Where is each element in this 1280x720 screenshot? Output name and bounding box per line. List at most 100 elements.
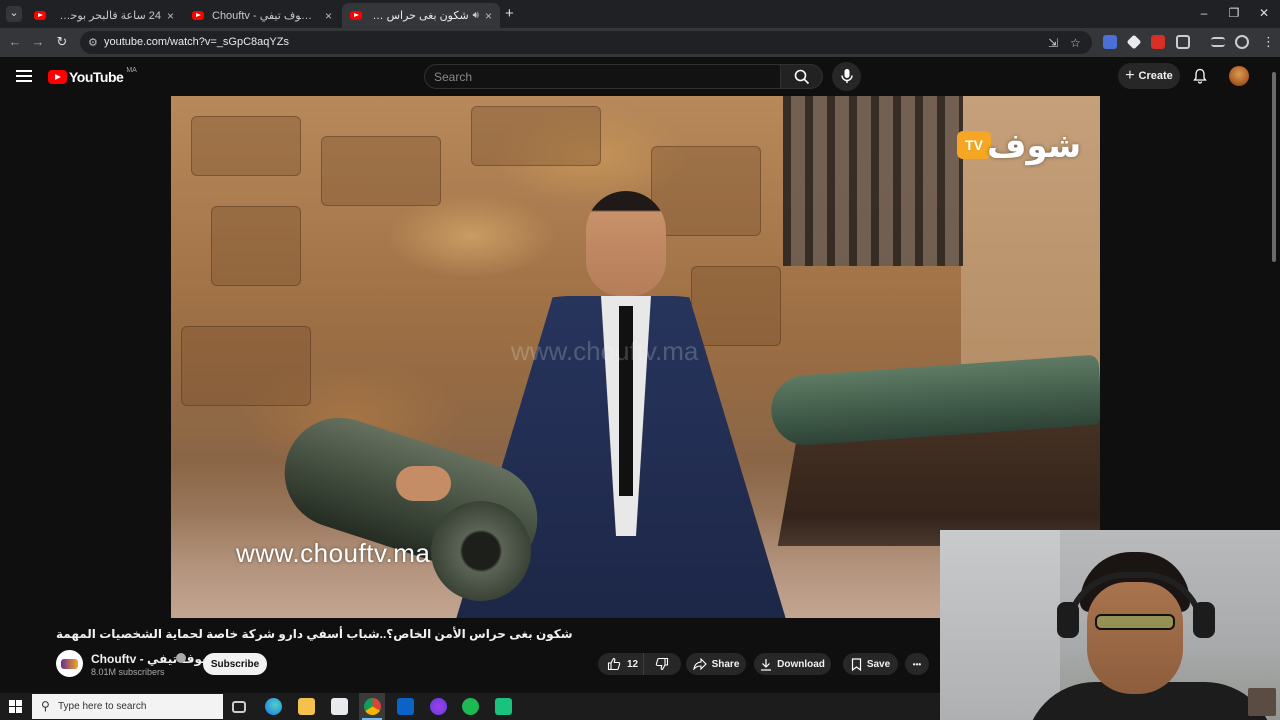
youtube-wordmark: YouTube (69, 69, 124, 85)
person-hand (396, 466, 451, 501)
wall-stone (191, 116, 301, 176)
close-window-button[interactable]: ✕ (1249, 6, 1279, 20)
tab-list-button[interactable]: ⌄ (6, 6, 22, 22)
taskbar-search-placeholder: Type here to search (58, 701, 147, 712)
headset-earcup-left (1057, 602, 1079, 638)
thumbs-up-icon (607, 657, 621, 671)
plus-icon: + (1125, 67, 1135, 84)
browser-tab-bar: ⌄ 24 ساعة فالبحر بوحدي وتحدي الد × Chouf… (0, 0, 1280, 28)
video-watermark-faint: www.chouftv.ma (511, 336, 699, 366)
tab-title: شكون بغى حراس الأمن الخا (370, 10, 469, 22)
like-count: 12 (627, 658, 639, 670)
minimize-button[interactable]: – (1189, 6, 1219, 20)
wall-stone (651, 146, 761, 236)
tab-3-active[interactable]: شكون بغى حراس الأمن الخا 🔊︎ × (342, 3, 500, 28)
outlook-icon[interactable] (397, 698, 414, 715)
speaker-icon[interactable]: 🔊︎ (473, 10, 479, 21)
cannon-muzzle (431, 501, 531, 601)
extension-translate-icon[interactable] (1103, 35, 1117, 49)
page-scrollbar[interactable] (1270, 60, 1278, 262)
video-title: شكون بغى حراس الأمن الخاص؟..شباب أسفي دا… (56, 627, 573, 641)
more-actions-button[interactable]: ••• (905, 653, 929, 675)
search-box (424, 64, 781, 89)
chrome-menu-icon[interactable]: ⋮ (1262, 34, 1275, 50)
youtube-header: YouTube MA + Create (0, 57, 1280, 95)
bookmark-star-icon[interactable]: ☆ (1070, 36, 1081, 50)
video-watermark: www.chouftv.ma (236, 538, 431, 568)
tab-close-icon[interactable]: × (167, 9, 174, 23)
person-head (586, 191, 666, 296)
file-explorer-icon[interactable] (298, 698, 315, 715)
chouftv-logo: TV شوف (957, 126, 1081, 178)
back-button[interactable]: ← (5, 34, 25, 49)
region-code: MA (126, 66, 137, 74)
extensions-puzzle-icon[interactable] (1176, 35, 1190, 49)
install-app-icon[interactable]: ⇲ (1048, 36, 1058, 50)
corner-thumbnail (1248, 688, 1276, 716)
tab-close-icon[interactable]: × (485, 9, 492, 23)
account-avatar[interactable] (1229, 66, 1249, 86)
subscribe-button[interactable]: Subscribe (203, 653, 267, 675)
messenger-icon[interactable] (430, 698, 447, 715)
share-arrow-icon (692, 658, 707, 670)
search-icon (794, 69, 810, 85)
bookmark-add-icon (851, 657, 861, 671)
logo-arabic-text: شوف (987, 126, 1082, 166)
youtube-favicon-icon (34, 11, 46, 20)
tab-2[interactable]: Chouftv - شوف تيفي - YouTube × (184, 3, 340, 28)
youtube-favicon-icon (192, 11, 204, 20)
extension-diamond-icon[interactable] (1126, 34, 1142, 50)
restore-button[interactable]: ❐ (1219, 6, 1249, 20)
youtube-logo[interactable]: YouTube MA (48, 66, 137, 85)
new-tab-button[interactable]: + (505, 5, 514, 22)
address-bar[interactable]: ⚙︎ youtube.com/watch?v=_sGpC8aqYZs ⇲ ☆ (80, 31, 1092, 54)
store-icon[interactable] (331, 698, 348, 715)
forward-button[interactable]: → (28, 34, 48, 49)
search-input[interactable] (434, 70, 764, 84)
notifications-bell-icon[interactable] (1192, 68, 1208, 84)
youtube-play-icon (48, 70, 67, 84)
windows-start-icon[interactable] (9, 700, 22, 713)
channel-avatar[interactable] (56, 650, 83, 677)
taskbar-search-box[interactable]: ⚲ Type here to search (32, 694, 223, 719)
media-control-icon[interactable] (1211, 37, 1225, 47)
headset-earcup-right (1193, 602, 1215, 638)
tab-close-icon[interactable]: × (325, 9, 332, 23)
verified-badge-icon (176, 653, 186, 663)
dislike-button[interactable] (644, 653, 680, 675)
wall-stone (471, 106, 601, 166)
webcam-overlay (940, 530, 1280, 720)
download-button[interactable]: Download (754, 653, 831, 675)
chrome-icon[interactable] (364, 698, 381, 715)
person-tie (619, 306, 633, 496)
task-view-icon[interactable] (232, 701, 246, 713)
tab-1[interactable]: 24 ساعة فالبحر بوحدي وتحدي الد × (26, 3, 182, 28)
share-button[interactable]: Share (686, 653, 746, 675)
microphone-icon (841, 69, 853, 83)
spotify-icon[interactable] (462, 698, 479, 715)
like-button[interactable]: 12 (598, 653, 644, 675)
save-button[interactable]: Save (843, 653, 898, 675)
edge-browser-icon[interactable] (265, 698, 282, 715)
download-icon (761, 658, 772, 671)
create-label: Create (1138, 70, 1173, 82)
app-green-icon[interactable] (495, 698, 512, 715)
extension-red-icon[interactable] (1151, 35, 1165, 49)
reload-button[interactable]: ↻ (52, 34, 72, 50)
profile-icon[interactable] (1235, 35, 1249, 49)
glasses (1095, 614, 1175, 630)
menu-icon[interactable] (16, 70, 32, 82)
voice-search-button[interactable] (832, 62, 861, 91)
create-button[interactable]: + Create (1118, 63, 1180, 89)
like-dislike-group: 12 (598, 653, 681, 675)
windows-taskbar: ⚲ Type here to search (0, 693, 940, 720)
search-button[interactable] (781, 64, 823, 89)
tab-title: Chouftv - شوف تيفي - YouTube (212, 10, 319, 22)
tab-title: 24 ساعة فالبحر بوحدي وتحدي الد (54, 10, 161, 22)
channel-name[interactable]: Chouftv - شوف تيفي (91, 652, 214, 666)
subscriber-count: 8.01M subscribers (91, 667, 165, 677)
site-info-icon[interactable]: ⚙︎ (88, 36, 98, 49)
wall-stone (181, 326, 311, 406)
wall-stone (321, 136, 441, 206)
scrollbar-thumb[interactable] (1272, 72, 1276, 262)
